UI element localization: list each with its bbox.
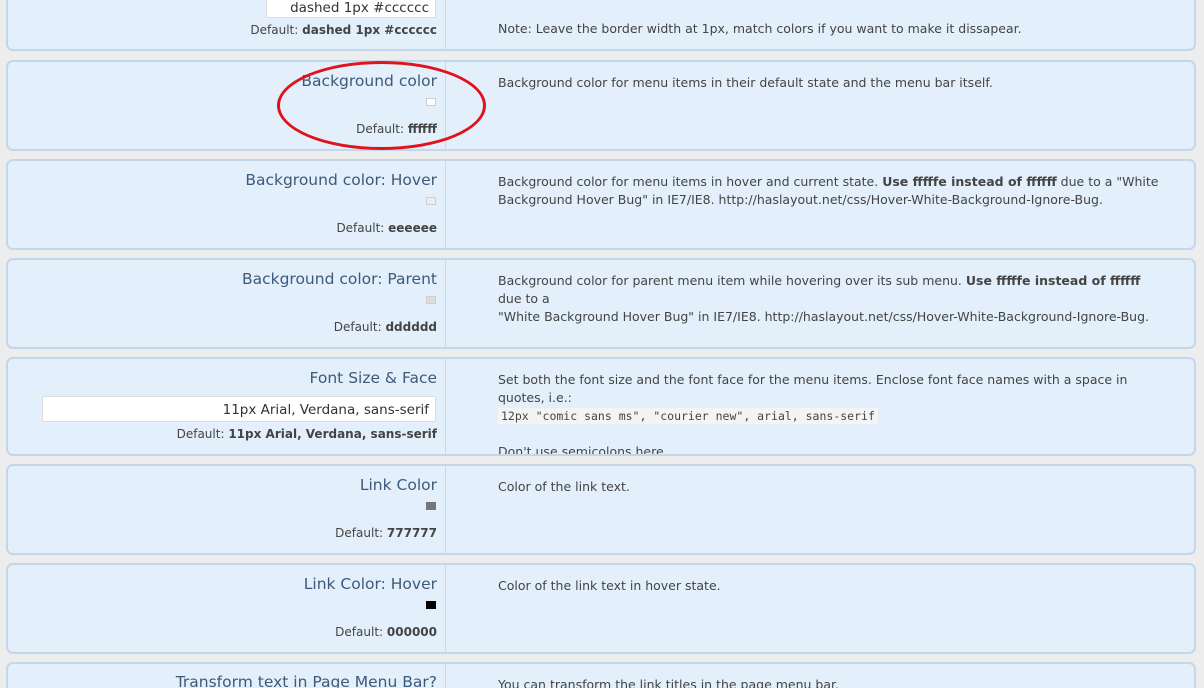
setting-label: Transform text in Page Menu Bar? (175, 673, 437, 688)
description-bold: Use fffffe instead of ffffff (965, 273, 1141, 288)
description-text: You can transform the link titles in the… (498, 677, 839, 688)
setting-description: Background color for parent menu item wh… (498, 272, 1164, 326)
color-swatch[interactable] (426, 296, 436, 304)
setting-label: Font Size & Face (309, 369, 437, 387)
default-value: dddddd (385, 320, 437, 334)
default-text: Default: 777777 (335, 526, 437, 540)
default-label: Default: (335, 625, 384, 639)
default-text: Default: ffffff (356, 122, 437, 136)
setting-left-font: Font Size & Face 11px Arial, Verdana, sa… (8, 359, 446, 454)
default-value: eeeeee (388, 221, 437, 235)
description-text: due to a "White (1056, 174, 1159, 189)
setting-description: Background color for menu items in hover… (498, 173, 1164, 209)
setting-row-transform: Transform text in Page Menu Bar? You can… (6, 662, 1196, 688)
setting-row-background-parent: Background color: Parent Default: dddddd… (6, 258, 1196, 349)
default-value: dashed 1px #cccccc (302, 23, 437, 37)
default-value: 11px Arial, Verdana, sans-serif (228, 427, 437, 441)
default-value: 000000 (386, 625, 437, 639)
setting-description: Color of the link text. (498, 478, 1164, 496)
description-line-2: Background Hover Bug" in IE7/IE8. http:/… (498, 192, 1103, 207)
setting-row-font: Font Size & Face 11px Arial, Verdana, sa… (6, 357, 1196, 456)
setting-left-transform: Transform text in Page Menu Bar? (8, 664, 446, 688)
default-label: Default: (250, 23, 299, 37)
border-default: Default: dashed 1px #cccccc (250, 23, 437, 37)
description-bold: Use fffffe instead of ffffff (882, 174, 1057, 189)
setting-left-background-color: Background color Default: ffffff (8, 62, 446, 149)
setting-row-background-color: Background color Default: ffffff Backgro… (6, 60, 1196, 151)
setting-left-background-parent: Background color: Parent Default: dddddd (8, 260, 446, 347)
default-label: Default: (336, 221, 385, 235)
default-value: 777777 (386, 526, 437, 540)
description-text: Background color for menu items in their… (498, 75, 993, 90)
code-example: 12px "comic sans ms", "courier new", ari… (498, 408, 878, 424)
color-swatch[interactable] (426, 197, 436, 205)
description-line-2: "White Background Hover Bug" in IE7/IE8.… (498, 309, 1150, 324)
setting-left-background-hover: Background color: Hover Default: eeeeee (8, 161, 446, 248)
default-text: Default: dddddd (334, 320, 437, 334)
description-line-1: Background color for menu items in hover… (498, 173, 1164, 191)
border-input[interactable]: dashed 1px #cccccc (266, 0, 436, 18)
description-text: Color of the link text in hover state. (498, 578, 721, 593)
description-note: Don't use semicolons here. (498, 444, 668, 456)
default-text: Default: eeeeee (336, 221, 437, 235)
settings-page: dashed 1px #cccccc Default: dashed 1px #… (0, 0, 1204, 688)
setting-left-border: dashed 1px #cccccc Default: dashed 1px #… (8, 0, 446, 49)
setting-left-link-hover: Link Color: Hover Default: 000000 (8, 565, 446, 652)
setting-label: Link Color (359, 476, 437, 494)
setting-label: Background color: Hover (245, 171, 437, 189)
default-text: Default: 000000 (335, 625, 437, 639)
setting-label: Link Color: Hover (303, 575, 437, 593)
description-line-1: Background color for parent menu item wh… (498, 272, 1164, 308)
description-text: Set both the font size and the font face… (498, 372, 1128, 405)
setting-description: You can transform the link titles in the… (498, 676, 1164, 688)
setting-row-link-color: Link Color Default: 777777 Color of the … (6, 464, 1196, 555)
description-text: Background color for menu items in hover… (498, 174, 883, 189)
font-input[interactable]: 11px Arial, Verdana, sans-serif (42, 396, 436, 422)
description-text: Note: Leave the border width at 1px, mat… (498, 21, 1022, 36)
default-value: ffffff (407, 122, 437, 136)
setting-row-border: dashed 1px #cccccc Default: dashed 1px #… (6, 0, 1196, 51)
color-swatch[interactable] (426, 98, 436, 106)
setting-row-background-hover: Background color: Hover Default: eeeeee … (6, 159, 1196, 250)
default-label: Default: (335, 526, 384, 540)
description-text: Background color for parent menu item wh… (498, 273, 966, 288)
setting-label: Background color (301, 72, 437, 90)
default-label: Default: (356, 122, 404, 136)
default-text: Default: 11px Arial, Verdana, sans-serif (177, 427, 437, 441)
setting-description: Set both the font size and the font face… (498, 371, 1164, 456)
setting-description: Background color for menu items in their… (498, 74, 1164, 92)
setting-description: Color of the link text in hover state. (498, 577, 1164, 595)
setting-label: Background color: Parent (241, 270, 437, 288)
setting-left-link-color: Link Color Default: 777777 (8, 466, 446, 553)
code-line: 12px "comic sans ms", "courier new", ari… (498, 407, 1164, 425)
description-text: due to a (498, 291, 550, 306)
setting-row-link-hover: Link Color: Hover Default: 000000 Color … (6, 563, 1196, 654)
description-text: Color of the link text. (498, 479, 630, 494)
color-swatch[interactable] (426, 601, 436, 609)
color-swatch[interactable] (426, 502, 436, 510)
default-label: Default: (333, 320, 382, 334)
default-label: Default: (176, 427, 225, 441)
border-description: Note: Leave the border width at 1px, mat… (498, 20, 1164, 38)
